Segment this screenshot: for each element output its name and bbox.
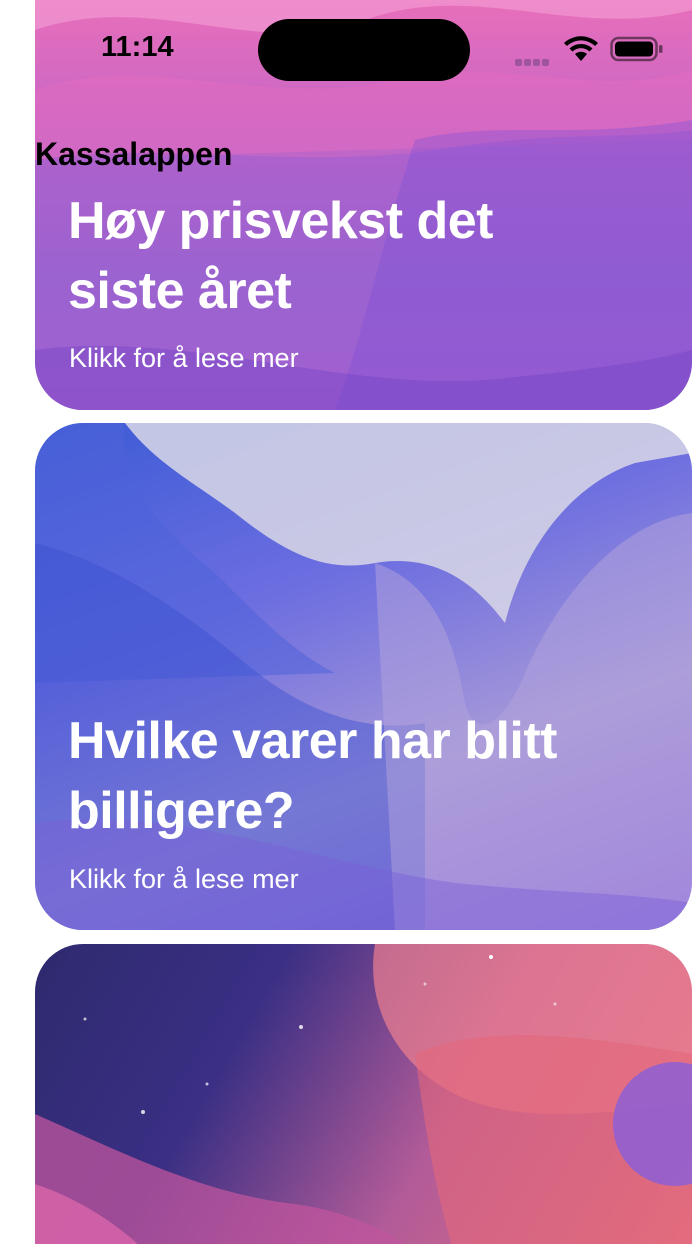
status-time: 11:14 <box>101 31 174 63</box>
page-title: Kassalappen <box>35 136 233 172</box>
article-card-third[interactable] <box>35 944 692 1244</box>
battery-icon <box>610 36 663 62</box>
card-title: Hvilke varer har blitt billigere? <box>68 712 558 840</box>
card-background-art <box>35 423 692 930</box>
read-more-link[interactable]: Klikk for å lese mer <box>69 342 299 374</box>
app-screen: Høy prisvekst det siste året Klikk for å… <box>0 0 700 1244</box>
read-more-link[interactable]: Klikk for å lese mer <box>69 863 299 895</box>
status-bar: 11:14 <box>0 0 700 100</box>
signal-icon <box>515 53 555 66</box>
card-title: Høy prisvekst det siste året <box>68 192 494 320</box>
card-background-art <box>35 944 692 1244</box>
article-card-cheaper-items[interactable]: Hvilke varer har blitt billigere? Klikk … <box>35 423 692 930</box>
wifi-icon <box>564 36 598 61</box>
dynamic-island <box>258 19 470 81</box>
